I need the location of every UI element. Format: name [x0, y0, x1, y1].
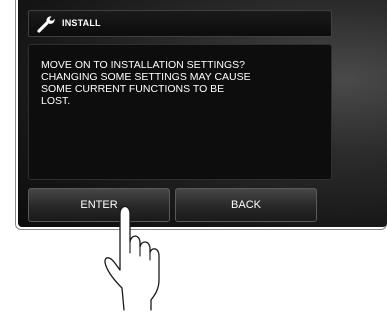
title-bar: INSTALL [28, 10, 332, 37]
touch-screen: INSTALL MOVE ON TO INSTALLATION SETTINGS… [18, 0, 387, 227]
pointing-hand-icon [104, 205, 160, 311]
wrench-icon [36, 15, 56, 33]
confirmation-message: MOVE ON TO INSTALLATION SETTINGS? CHANGI… [41, 59, 251, 107]
page-title: INSTALL [62, 18, 101, 28]
message-panel: MOVE ON TO INSTALLATION SETTINGS? CHANGI… [28, 44, 332, 180]
back-button[interactable]: BACK [175, 188, 317, 222]
